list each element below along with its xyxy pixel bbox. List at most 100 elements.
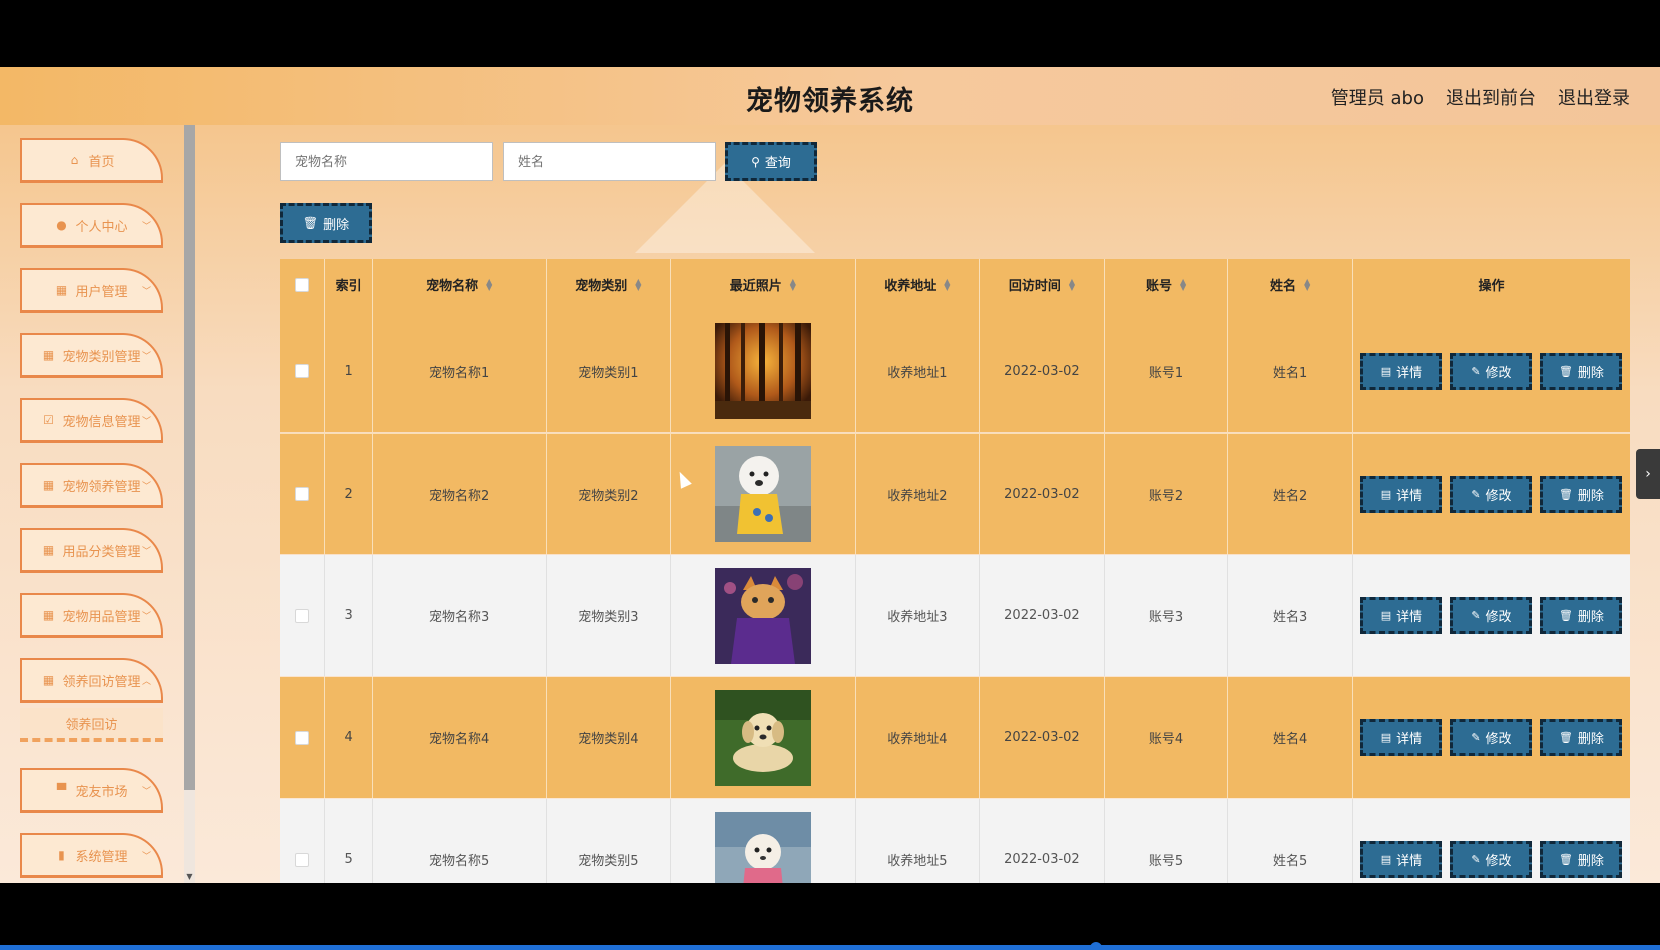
pet-type-cell: 宠物类别5 — [547, 799, 672, 883]
row-checkbox-cell — [280, 799, 326, 883]
forest-photo[interactable] — [714, 323, 811, 419]
column-header-label: 账号 — [1145, 279, 1172, 294]
grid-icon: ▦ — [42, 673, 55, 687]
sidebar-item-pet-supplies[interactable]: ▦ 宠物用品管理 ﹀ — [20, 593, 163, 638]
column-header-label: 索引 — [335, 279, 362, 294]
poodle-photo[interactable] — [714, 811, 811, 884]
grid-icon: ▦ — [42, 478, 55, 492]
row-checkbox[interactable] — [295, 608, 310, 623]
photo-cell — [671, 677, 856, 798]
pet-name-search-input[interactable] — [280, 142, 493, 181]
sidebar-item-home[interactable]: ⌂ 首页 — [20, 138, 163, 183]
column-header[interactable]: 宠物名称 ▲ ▼ — [373, 259, 547, 310]
edit-button[interactable]: ✎ 修改 — [1450, 841, 1533, 878]
row-checkbox[interactable] — [295, 487, 310, 501]
row-checkbox-cell — [280, 677, 326, 798]
back-to-front-link[interactable]: 退出到前台 — [1446, 84, 1536, 110]
photo-cell — [671, 434, 856, 554]
sidebar-item-label: 宠物用品管理 — [62, 609, 141, 625]
column-header[interactable]: 回访时间 ▲ ▼ — [980, 259, 1105, 310]
cat-photo[interactable] — [714, 567, 811, 664]
chevron-down-icon: ﹀ — [141, 352, 151, 362]
edit-button[interactable]: ✎ 修改 — [1450, 719, 1533, 756]
row-checkbox[interactable] — [295, 852, 310, 867]
chart-icon: ▮ — [58, 848, 65, 862]
pet-name-cell: 宠物名称1 — [373, 310, 547, 432]
edit-button[interactable]: ✎ 修改 — [1450, 475, 1533, 513]
name-cell: 姓名3 — [1228, 555, 1353, 676]
sort-icon[interactable]: ▲ ▼ — [635, 277, 641, 291]
row-checkbox[interactable] — [295, 730, 310, 745]
name-cell: 姓名4 — [1228, 677, 1353, 798]
white-dog-photo[interactable] — [714, 446, 811, 542]
select-all-checkbox[interactable] — [295, 277, 310, 292]
chevron-down-icon: ﹀ — [141, 222, 151, 232]
detail-button[interactable]: ▤ 详情 — [1360, 841, 1443, 878]
column-header[interactable]: 收养地址 ▲ ▼ — [856, 259, 981, 310]
pet-type-cell: 宠物类别1 — [547, 310, 672, 432]
column-header[interactable]: 账号 ▲ ▼ — [1105, 259, 1229, 310]
sidebar-scroll-thumb[interactable] — [184, 125, 195, 790]
sort-icon[interactable]: ▲ ▼ — [1304, 277, 1310, 291]
row-checkbox-cell — [280, 434, 326, 554]
sidebar-item-market[interactable]: ▀ 宠友市场 ﹀ — [20, 768, 163, 813]
detail-button[interactable]: ▤ 详情 — [1360, 475, 1443, 513]
column-header-label: 最近照片 — [729, 279, 782, 294]
edit-button[interactable]: ✎ 修改 — [1450, 597, 1533, 634]
row-checkbox[interactable] — [295, 364, 310, 378]
user-icon: ● — [56, 218, 67, 232]
batch-delete-button[interactable]: 🗑 删除 — [280, 203, 372, 243]
sidebar-item-label: 宠物领养管理 — [62, 479, 141, 495]
chevron-right-icon[interactable]: › — [1636, 449, 1660, 499]
sidebar-item-label: 宠物信息管理 — [62, 414, 141, 430]
sidebar-item-revisit[interactable]: ▦ 领养回访管理 ︿ — [20, 658, 163, 703]
address-cell: 收养地址4 — [856, 677, 981, 798]
delete-button[interactable]: 🗑 删除 — [1540, 597, 1623, 634]
delete-button[interactable]: 🗑 删除 — [1540, 719, 1623, 756]
sidebar-subitem-revisit[interactable]: 领养回访 — [20, 708, 163, 742]
puppy-grass-photo[interactable] — [714, 689, 811, 786]
sort-icon[interactable]: ▲ ▼ — [1180, 277, 1186, 291]
progress-handle[interactable] — [1090, 942, 1102, 950]
sidebar-item-profile[interactable]: ● 个人中心 ﹀ — [20, 203, 163, 248]
column-header: 索引 — [325, 259, 373, 310]
actions-cell: ▤ 详情 ✎ 修改 🗑 删除 — [1353, 434, 1630, 554]
column-header[interactable]: 宠物类别 ▲ ▼ — [547, 259, 672, 310]
pet-name-cell: 宠物名称4 — [373, 677, 547, 798]
sidebar-item-users[interactable]: ▦ 用户管理 ﹀ — [20, 268, 163, 313]
column-header: 操作 — [1353, 259, 1630, 310]
pencil-icon: ✎ — [1471, 731, 1481, 744]
sort-icon[interactable]: ▲ ▼ — [944, 277, 950, 291]
scroll-down-icon[interactable]: ▼ — [184, 872, 195, 882]
trash-icon: 🗑 — [1558, 853, 1573, 866]
delete-button[interactable]: 🗑 删除 — [1540, 475, 1623, 513]
delete-button[interactable]: 🗑 删除 — [1540, 352, 1623, 390]
query-button[interactable]: ⚲ 查询 — [725, 142, 817, 181]
sidebar-item-supply-category[interactable]: ▦ 用品分类管理 ﹀ — [20, 528, 163, 573]
delete-label: 删除 — [1577, 854, 1604, 869]
sidebar-item-adoption[interactable]: ▦ 宠物领养管理 ﹀ — [20, 463, 163, 508]
sort-icon[interactable]: ▲ ▼ — [486, 277, 492, 291]
photo-cell — [671, 310, 856, 432]
sidebar-item-system[interactable]: ▮ 系统管理 ﹀ — [20, 833, 163, 878]
detail-button[interactable]: ▤ 详情 — [1360, 352, 1443, 390]
sidebar-item-pet-category[interactable]: ▦ 宠物类别管理 ﹀ — [20, 333, 163, 378]
column-header-label: 操作 — [1478, 279, 1505, 294]
edit-button[interactable]: ✎ 修改 — [1450, 352, 1533, 390]
sidebar-item-pet-info[interactable]: ☑ 宠物信息管理 ﹀ — [20, 398, 163, 443]
logout-link[interactable]: 退出登录 — [1558, 84, 1630, 110]
sort-icon[interactable]: ▲ ▼ — [790, 277, 796, 291]
video-progress-bar[interactable] — [0, 945, 1660, 950]
detail-button[interactable]: ▤ 详情 — [1360, 719, 1443, 756]
grid-icon: ▦ — [55, 283, 68, 297]
table-row: 1 宠物名称1 宠物类别1 收养地址1 2022-03-02 账号1 姓名1 ▤… — [280, 310, 1630, 432]
name-search-input[interactable] — [503, 142, 716, 181]
chevron-down-icon: ﹀ — [141, 417, 151, 427]
edit-label: 修改 — [1485, 854, 1512, 869]
address-cell: 收养地址3 — [856, 555, 981, 676]
sort-icon[interactable]: ▲ ▼ — [1069, 277, 1075, 291]
detail-button[interactable]: ▤ 详情 — [1360, 597, 1443, 634]
column-header[interactable]: 姓名 ▲ ▼ — [1228, 259, 1353, 310]
column-header[interactable]: 最近照片 ▲ ▼ — [671, 259, 856, 310]
delete-button[interactable]: 🗑 删除 — [1540, 841, 1623, 878]
